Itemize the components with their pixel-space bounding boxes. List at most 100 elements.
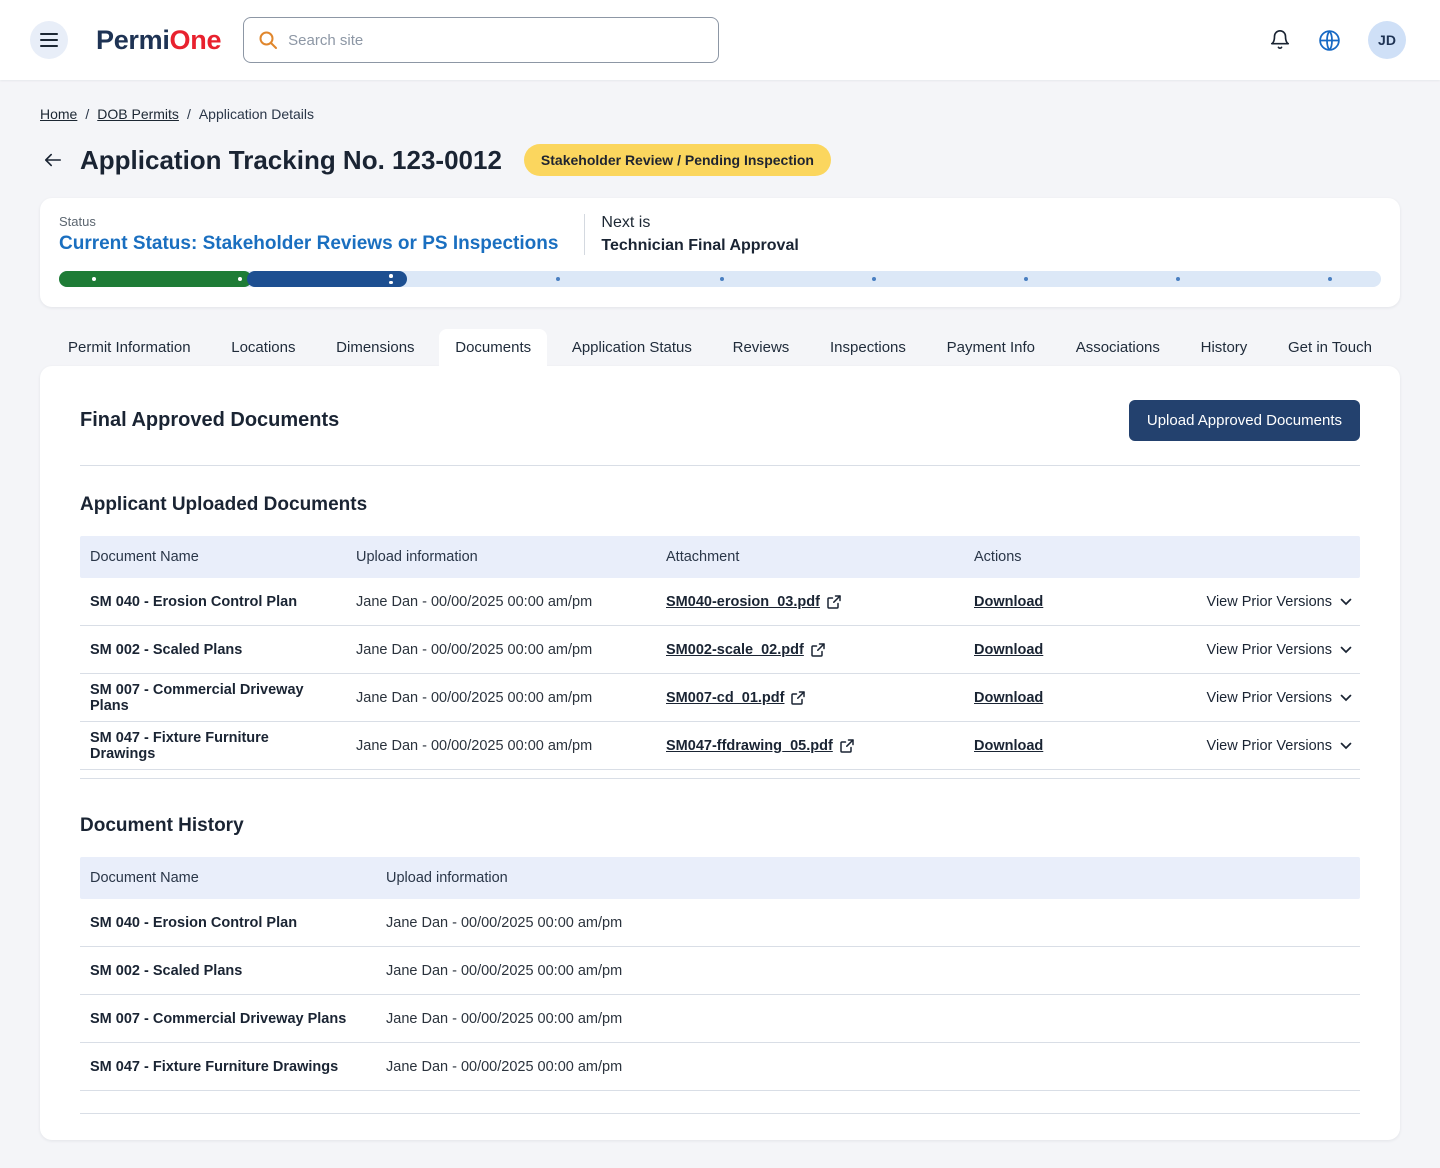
back-arrow-icon — [44, 152, 62, 168]
status-card: Status Current Status: Stakeholder Revie… — [40, 198, 1400, 307]
site-search[interactable] — [243, 17, 719, 63]
next-status-text: Technician Final Approval — [601, 237, 798, 255]
breadcrumb-home[interactable]: Home — [40, 106, 77, 122]
page-title: Application Tracking No. 123-0012 — [80, 145, 502, 176]
table-row: SM 007 - Commercial Driveway Plans Jane … — [80, 995, 1360, 1043]
chevron-down-icon — [1340, 598, 1352, 606]
progress-milestone-dot — [1024, 277, 1028, 281]
back-button[interactable] — [40, 148, 66, 172]
logo-text-red: One — [170, 25, 222, 55]
document-name: SM 047 - Fixture Furniture Drawings — [80, 1059, 376, 1075]
document-name: SM 047 - Fixture Furniture Drawings — [80, 730, 346, 762]
column-header-attachment: Attachment — [656, 549, 964, 565]
avatar[interactable]: JD — [1368, 21, 1406, 59]
progress-segment-current — [247, 271, 407, 287]
view-prior-versions-toggle[interactable]: View Prior Versions — [1207, 690, 1352, 706]
chevron-down-icon — [1340, 694, 1352, 702]
bell-icon — [1269, 29, 1291, 51]
download-link[interactable]: Download — [974, 738, 1043, 754]
hamburger-menu-button[interactable] — [30, 21, 68, 59]
breadcrumb-dob-permits[interactable]: DOB Permits — [97, 106, 179, 122]
globe-icon — [1317, 28, 1342, 53]
tab-documents[interactable]: Documents — [439, 329, 547, 366]
document-name: SM 002 - Scaled Plans — [80, 642, 346, 658]
progress-milestone-dot — [872, 277, 876, 281]
page-title-row: Application Tracking No. 123-0012 Stakeh… — [40, 144, 1400, 176]
column-header-actions: Actions — [964, 549, 1360, 565]
table-row: SM 007 - Commercial Driveway Plans Jane … — [80, 674, 1360, 722]
external-link-icon — [840, 739, 854, 753]
progress-current-indicator — [389, 274, 393, 284]
tab-dimensions[interactable]: Dimensions — [320, 329, 430, 366]
tab-payment-info[interactable]: Payment Info — [931, 329, 1051, 366]
table-row: SM 040 - Erosion Control Plan Jane Dan -… — [80, 578, 1360, 626]
tab-bar: Permit Information Locations Dimensions … — [40, 329, 1400, 366]
document-name: SM 002 - Scaled Plans — [80, 963, 376, 979]
table-row: SM 002 - Scaled Plans Jane Dan - 00/00/2… — [80, 626, 1360, 674]
tab-reviews[interactable]: Reviews — [717, 329, 806, 366]
progress-milestone-dot — [720, 277, 724, 281]
table-row: SM 047 - Fixture Furniture Drawings Jane… — [80, 722, 1360, 770]
tab-locations[interactable]: Locations — [215, 329, 311, 366]
upload-information: Jane Dan - 00/00/2025 00:00 am/pm — [346, 642, 656, 658]
status-progress-bar — [59, 271, 1381, 287]
document-name: SM 007 - Commercial Driveway Plans — [80, 682, 346, 714]
table-row: SM 047 - Fixture Furniture Drawings Jane… — [80, 1043, 1360, 1091]
final-approved-documents-heading: Final Approved Documents — [80, 409, 339, 432]
topbar: PermiOne JD — [0, 0, 1440, 80]
documents-panel: Final Approved Documents Upload Approved… — [40, 366, 1400, 1140]
tab-application-status[interactable]: Application Status — [556, 329, 708, 366]
chevron-down-icon — [1340, 742, 1352, 750]
upload-information: Jane Dan - 00/00/2025 00:00 am/pm — [376, 963, 1360, 979]
next-label: Next is — [601, 214, 798, 232]
document-name: SM 040 - Erosion Control Plan — [80, 915, 376, 931]
tab-associations[interactable]: Associations — [1060, 329, 1176, 366]
status-label: Status — [59, 214, 558, 229]
breadcrumb-current: Application Details — [199, 106, 314, 122]
progress-milestone-dot — [92, 277, 96, 281]
tab-permit-information[interactable]: Permit Information — [52, 329, 207, 366]
search-input[interactable] — [288, 32, 704, 49]
language-button[interactable] — [1317, 28, 1342, 53]
document-name: SM 007 - Commercial Driveway Plans — [80, 1011, 376, 1027]
app-logo[interactable]: PermiOne — [96, 25, 221, 56]
progress-milestone-dot — [1176, 277, 1180, 281]
download-link[interactable]: Download — [974, 642, 1043, 658]
tab-get-in-touch[interactable]: Get in Touch — [1272, 329, 1388, 366]
download-link[interactable]: Download — [974, 594, 1043, 610]
table-end-rule — [80, 778, 1360, 779]
column-header-upload-information: Upload information — [346, 549, 656, 565]
breadcrumb-separator: / — [85, 106, 89, 122]
view-prior-versions-toggle[interactable]: View Prior Versions — [1207, 738, 1352, 754]
download-link[interactable]: Download — [974, 690, 1043, 706]
status-badge: Stakeholder Review / Pending Inspection — [524, 144, 831, 176]
external-link-icon — [811, 643, 825, 657]
column-header-document-name: Document Name — [80, 870, 376, 886]
attachment-link[interactable]: SM047-ffdrawing_05.pdf — [666, 738, 854, 754]
attachment-link[interactable]: SM002-scale_02.pdf — [666, 642, 825, 658]
document-history-table: Document Name Upload information SM 040 … — [80, 857, 1360, 1114]
next-status-block: Next is Technician Final Approval — [584, 214, 798, 255]
upload-information: Jane Dan - 00/00/2025 00:00 am/pm — [346, 690, 656, 706]
chevron-down-icon — [1340, 646, 1352, 654]
attachment-link[interactable]: SM040-erosion_03.pdf — [666, 594, 841, 610]
external-link-icon — [827, 595, 841, 609]
tab-history[interactable]: History — [1185, 329, 1264, 366]
upload-information: Jane Dan - 00/00/2025 00:00 am/pm — [376, 1011, 1360, 1027]
view-prior-versions-toggle[interactable]: View Prior Versions — [1207, 642, 1352, 658]
breadcrumb-separator: / — [187, 106, 191, 122]
upload-information: Jane Dan - 00/00/2025 00:00 am/pm — [346, 594, 656, 610]
table-end-rule — [80, 1113, 1360, 1114]
progress-milestone-dot — [238, 277, 242, 281]
table-row: SM 040 - Erosion Control Plan Jane Dan -… — [80, 899, 1360, 947]
section-divider — [80, 465, 1360, 466]
notifications-button[interactable] — [1269, 29, 1291, 51]
upload-approved-documents-button[interactable]: Upload Approved Documents — [1129, 400, 1360, 441]
progress-segment-complete — [59, 271, 252, 287]
tab-inspections[interactable]: Inspections — [814, 329, 922, 366]
view-prior-versions-toggle[interactable]: View Prior Versions — [1207, 594, 1352, 610]
upload-information: Jane Dan - 00/00/2025 00:00 am/pm — [376, 915, 1360, 931]
attachment-link[interactable]: SM007-cd_01.pdf — [666, 690, 805, 706]
upload-information: Jane Dan - 00/00/2025 00:00 am/pm — [346, 738, 656, 754]
current-status-text: Current Status: Stakeholder Reviews or P… — [59, 233, 558, 255]
